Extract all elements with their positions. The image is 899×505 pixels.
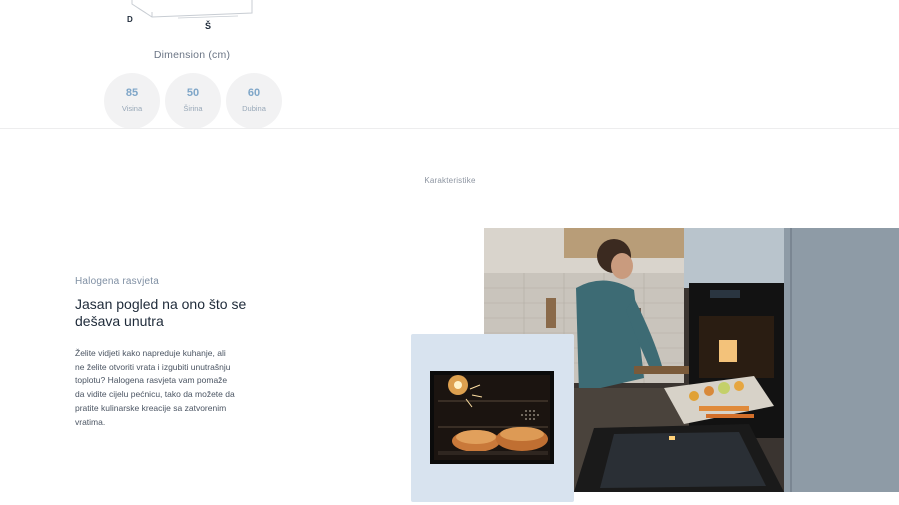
depth-axis-label: D [127, 15, 133, 24]
dimension-label: Visina [121, 104, 143, 113]
width-axis-label: Š [205, 21, 212, 31]
dimension-title: Dimension (cm) [153, 49, 231, 61]
dimension-value: 50 [186, 87, 200, 99]
oven-interior-photo [430, 371, 554, 464]
dimension-label: Dubina [242, 104, 266, 113]
feature-description: Želite vidjeti kako napreduje kuhanje, a… [75, 348, 235, 427]
oven-closeup-card [411, 334, 574, 502]
product-dimension-drawing [131, 0, 253, 19]
section-divider [0, 128, 899, 129]
feature-eyebrow: Halogena rasvjeta [75, 276, 160, 287]
feature-title: Jasan pogled na ono što se dešava unutra [75, 296, 247, 329]
characteristics-section-label: Karakteristike [424, 176, 476, 185]
dimension-value: 60 [247, 87, 261, 99]
dimension-label: Širina [183, 104, 203, 113]
dimension-height: 85 Visina [104, 73, 160, 129]
dimension-value: 85 [125, 87, 139, 99]
dimension-width: 50 Širina [165, 73, 221, 129]
dimension-depth: 60 Dubina [226, 73, 282, 129]
